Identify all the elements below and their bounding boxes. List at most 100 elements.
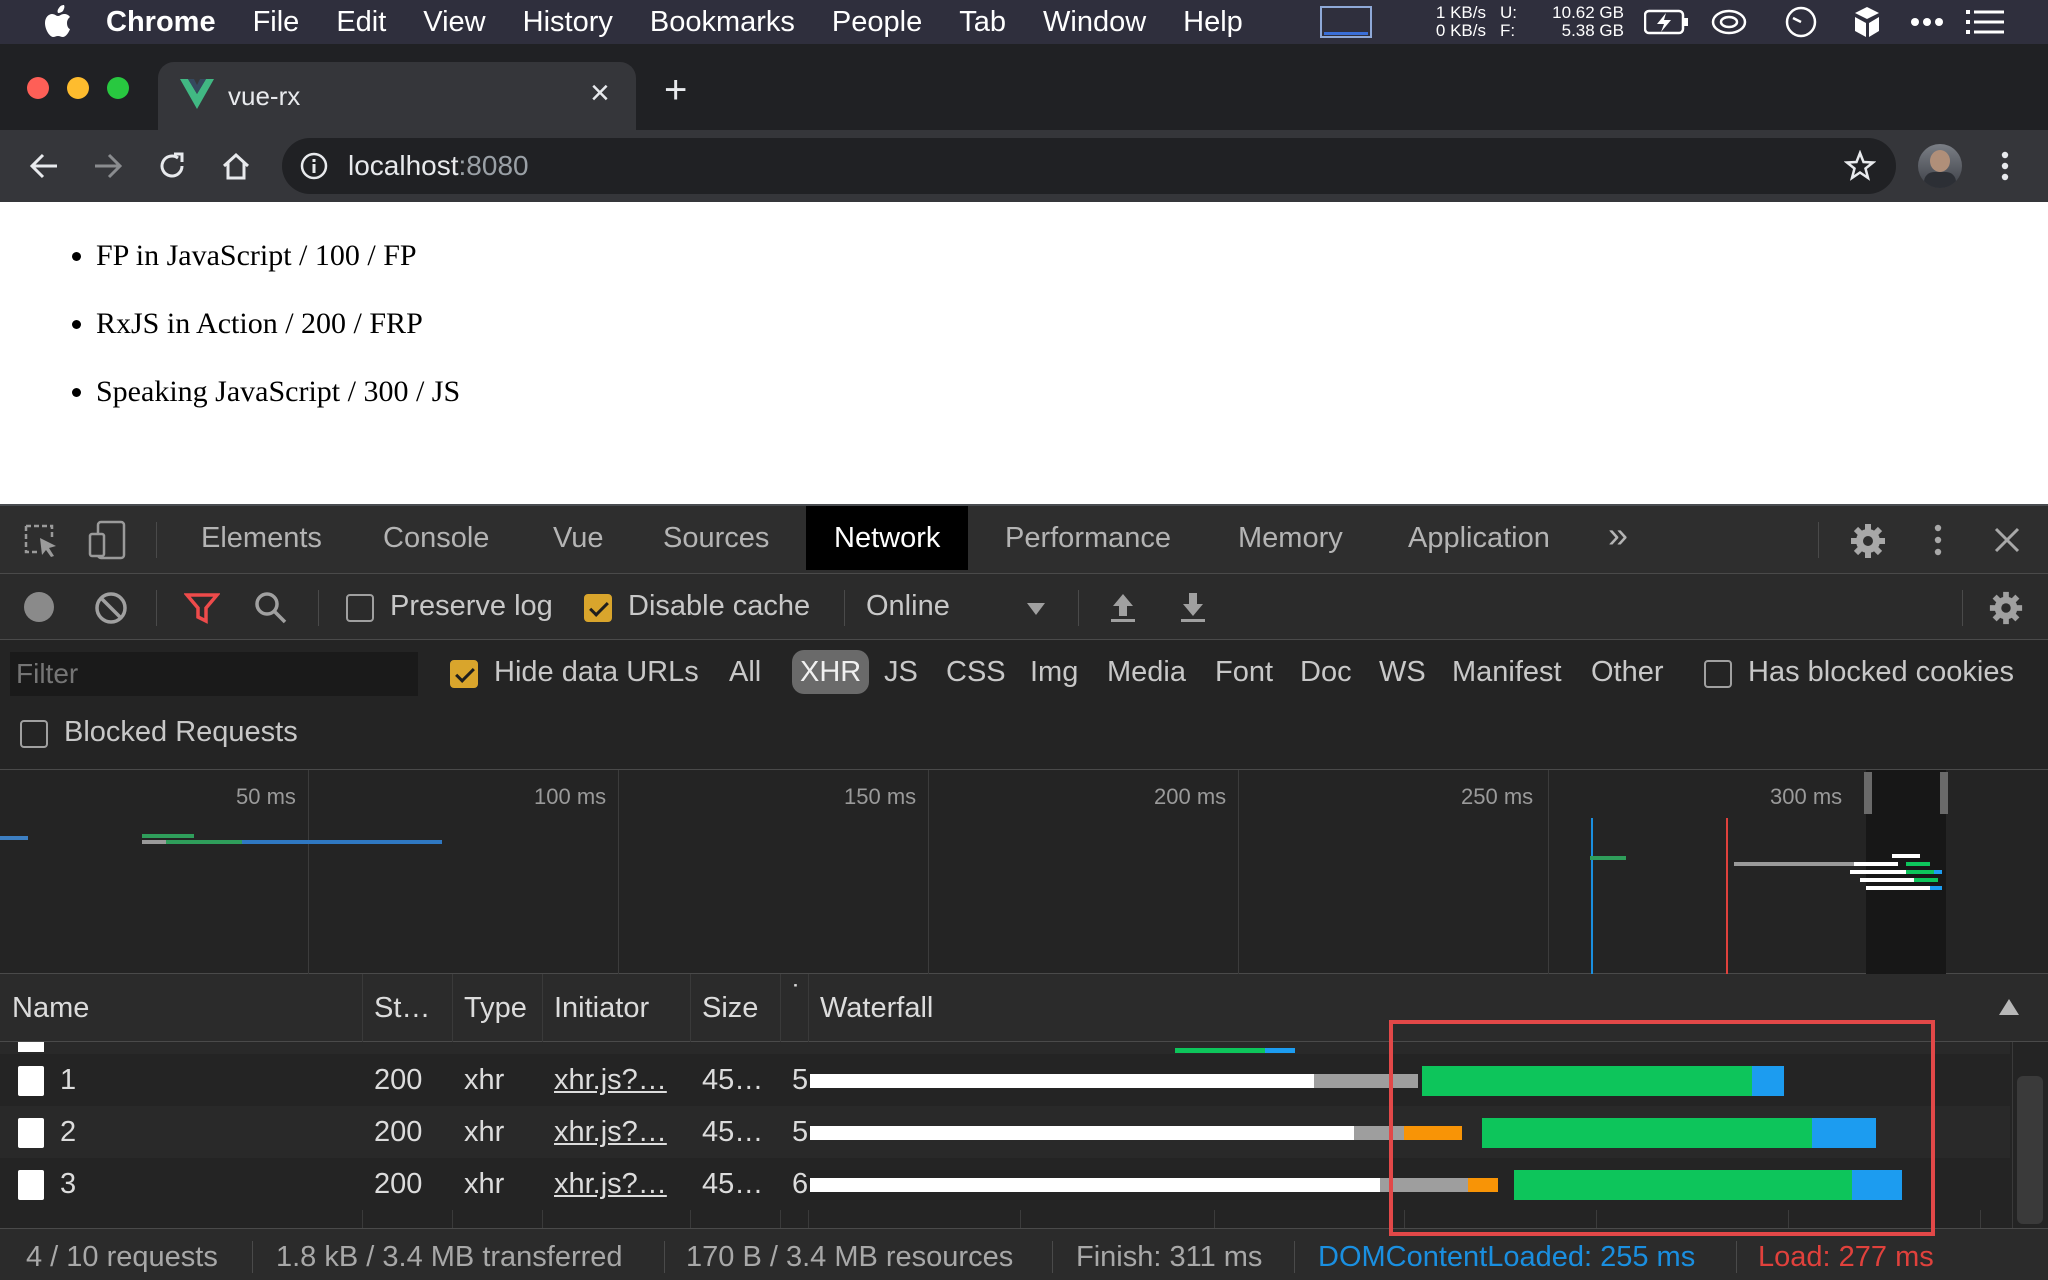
record-icon[interactable]: [24, 592, 54, 622]
apple-icon[interactable]: [38, 2, 78, 42]
filter-type-other[interactable]: Other: [1591, 656, 1664, 689]
tab-console[interactable]: Console: [383, 506, 489, 570]
import-har-icon[interactable]: [1108, 590, 1138, 629]
hide-data-urls-checkbox[interactable]: [450, 660, 478, 688]
menu-window[interactable]: Window: [1043, 6, 1146, 39]
new-tab-button[interactable]: +: [664, 68, 687, 113]
close-devtools-icon[interactable]: [1993, 526, 2021, 559]
filter-type-xhr[interactable]: XHR: [792, 650, 870, 694]
has-blocked-cookies-checkbox[interactable]: [1704, 660, 1732, 688]
row-type: xhr: [464, 1116, 505, 1148]
window-close-button[interactable]: [27, 77, 49, 99]
browser-tab[interactable]: vue-rx ×: [158, 62, 636, 130]
column-type[interactable]: Type: [464, 992, 527, 1025]
filter-type-all[interactable]: All: [729, 656, 761, 689]
menu-help[interactable]: Help: [1183, 6, 1243, 39]
tab-sources[interactable]: Sources: [663, 506, 769, 570]
filter-funnel-icon[interactable]: [183, 592, 221, 629]
filter-type-font[interactable]: Font: [1215, 656, 1273, 689]
creative-cloud-icon[interactable]: [1710, 0, 1748, 44]
menu-chrome[interactable]: Chrome: [106, 6, 216, 39]
menu-tab[interactable]: Tab: [959, 6, 1006, 39]
column-name[interactable]: Name: [12, 992, 89, 1025]
column-time[interactable]: ˙: [792, 980, 802, 1013]
filter-input[interactable]: [10, 652, 418, 696]
blocked-requests-checkbox[interactable]: [20, 720, 48, 748]
menu-edit[interactable]: Edit: [336, 6, 386, 39]
avatar[interactable]: [1918, 144, 1962, 188]
row-name: 2: [60, 1116, 77, 1148]
clock-icon[interactable]: [1784, 0, 1818, 44]
clear-icon[interactable]: [94, 591, 128, 630]
inspect-element-icon[interactable]: [24, 524, 60, 563]
filter-type-img[interactable]: Img: [1030, 656, 1078, 689]
chevron-down-icon[interactable]: [1026, 602, 1046, 621]
throttling-select[interactable]: Online: [866, 590, 950, 623]
sort-ascending-icon[interactable]: [1998, 998, 2020, 1021]
forward-icon[interactable]: [88, 146, 128, 186]
list-icon[interactable]: [1966, 0, 2006, 44]
device-toolbar-icon[interactable]: [88, 520, 128, 565]
export-har-icon[interactable]: [1178, 590, 1208, 629]
menu-bookmarks[interactable]: Bookmarks: [650, 6, 795, 39]
waterfall-bar: [1175, 1048, 1265, 1053]
scrollbar-thumb[interactable]: [2017, 1076, 2043, 1224]
filter-type-doc[interactable]: Doc: [1300, 656, 1352, 689]
settings-gear-icon[interactable]: [1849, 522, 1887, 565]
dom-content-loaded-marker: [1591, 818, 1593, 974]
more-tabs-button[interactable]: »: [1608, 503, 1628, 567]
filter-type-manifest[interactable]: Manifest: [1452, 656, 1562, 689]
tab-vue[interactable]: Vue: [553, 506, 604, 570]
address-bar[interactable]: localhost:8080: [282, 138, 1896, 194]
reload-icon[interactable]: [152, 146, 192, 186]
url-text[interactable]: localhost:8080: [348, 150, 529, 182]
tab-network[interactable]: Network: [806, 506, 969, 570]
battery-charging-icon[interactable]: [1644, 0, 1690, 44]
menu-history[interactable]: History: [523, 6, 613, 39]
devtools-menu-icon[interactable]: [1934, 524, 1942, 561]
overview-right-handle[interactable]: [1940, 772, 1948, 814]
disable-cache-checkbox[interactable]: [584, 594, 612, 622]
menu-people[interactable]: People: [832, 6, 922, 39]
back-icon[interactable]: [24, 146, 64, 186]
preserve-log-checkbox[interactable]: [346, 594, 374, 622]
column-initiator[interactable]: Initiator: [554, 992, 649, 1025]
more-dots-icon[interactable]: [1910, 0, 1944, 44]
page-content: FP in JavaScript / 100 / FP RxJS in Acti…: [0, 202, 2048, 504]
tab-close-button[interactable]: ×: [590, 74, 610, 113]
window-zoom-button[interactable]: [107, 77, 129, 99]
filter-type-ws[interactable]: WS: [1379, 656, 1426, 689]
file-icon: [18, 1066, 44, 1096]
net-up-speed: 1 KB/s: [1435, 3, 1486, 22]
home-icon[interactable]: [216, 146, 256, 186]
window-minimize-button[interactable]: [67, 77, 89, 99]
tab-memory[interactable]: Memory: [1238, 506, 1343, 570]
column-size[interactable]: Size: [702, 992, 758, 1025]
dropbox-icon[interactable]: [1852, 0, 1882, 44]
disable-cache-label: Disable cache: [628, 590, 811, 622]
row-initiator-link[interactable]: xhr.js?…: [554, 1168, 667, 1201]
browser-menu-icon[interactable]: [1990, 146, 2020, 186]
overview-left-handle[interactable]: [1864, 772, 1872, 814]
finish-time: Finish: 311 ms: [1076, 1241, 1263, 1273]
column-waterfall[interactable]: Waterfall: [820, 992, 933, 1025]
screen-monitor-icon[interactable]: [1320, 0, 1372, 44]
row-initiator-link[interactable]: xhr.js?…: [554, 1116, 667, 1149]
menu-file[interactable]: File: [253, 6, 300, 39]
grid-line: [1238, 770, 1239, 974]
bookmark-star-icon[interactable]: [1843, 149, 1877, 187]
tab-application[interactable]: Application: [1408, 506, 1550, 570]
row-initiator-link[interactable]: xhr.js?…: [554, 1064, 667, 1097]
network-settings-gear-icon[interactable]: [1988, 590, 2024, 631]
memory-usage: 10.62 GB 5.38 GB: [1530, 0, 1624, 44]
filter-type-css[interactable]: CSS: [946, 656, 1006, 689]
search-icon[interactable]: [254, 591, 288, 630]
filter-type-media[interactable]: Media: [1107, 656, 1186, 689]
tab-performance[interactable]: Performance: [1005, 506, 1171, 570]
site-info-icon[interactable]: [300, 152, 328, 185]
tab-elements[interactable]: Elements: [201, 506, 322, 570]
table-scrollbar[interactable]: [2012, 1042, 2048, 1228]
column-status[interactable]: St…: [374, 992, 430, 1025]
filter-type-js[interactable]: JS: [884, 656, 918, 689]
menu-view[interactable]: View: [423, 6, 485, 39]
